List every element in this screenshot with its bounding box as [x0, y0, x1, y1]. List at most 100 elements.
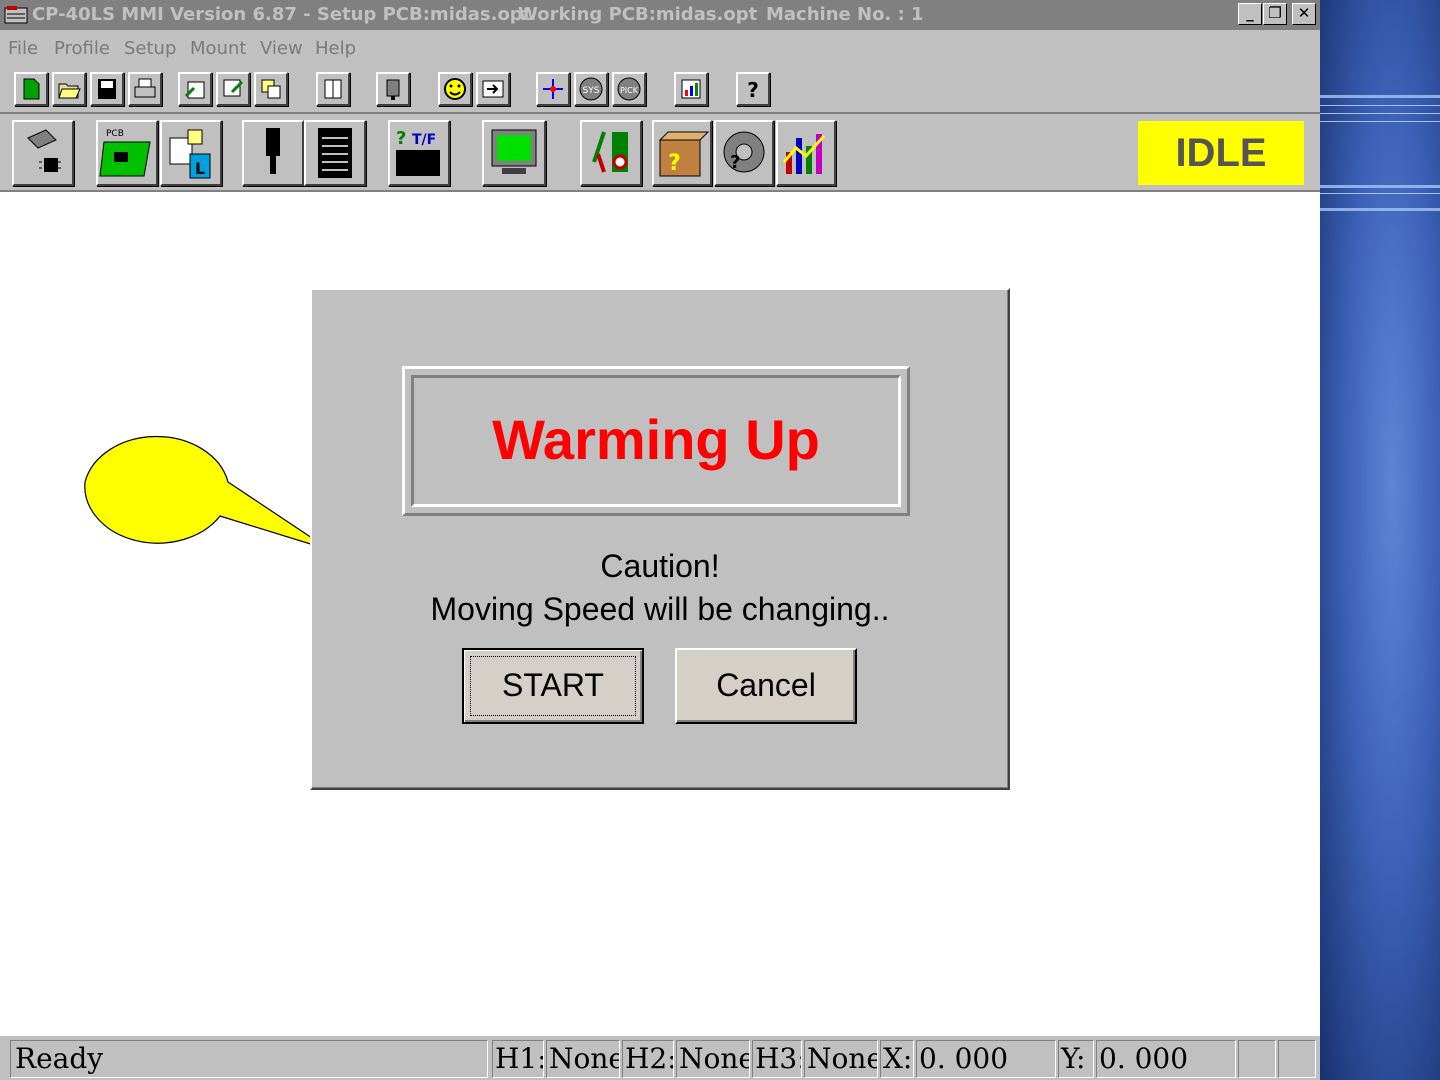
question-mark-icon: ?: [747, 78, 759, 102]
dialog-title: Warming Up: [492, 408, 820, 471]
component-button[interactable]: [12, 120, 74, 186]
operator-button[interactable]: [438, 72, 472, 106]
app-window: CP-40LS MMI Version 6.87 - Setup PCB:mid…: [0, 0, 1320, 1080]
exit-button[interactable]: [476, 72, 510, 106]
svg-text:?: ?: [668, 151, 681, 176]
reel-button[interactable]: ?: [714, 120, 774, 186]
monitor-icon: [491, 129, 537, 174]
machine-app-icon: [4, 6, 28, 24]
layout-icon: L: [169, 129, 211, 179]
statistics-button[interactable]: [776, 120, 836, 186]
pcb-icon: PCB: [99, 129, 151, 177]
svg-text:PCB: PCB: [106, 129, 124, 139]
speed-warning-text: Moving Speed will be changing..: [430, 591, 890, 627]
x-label: X:: [880, 1040, 914, 1078]
restore-icon: ❐: [1268, 4, 1282, 22]
h2-value: None: [676, 1040, 750, 1078]
cancel-button[interactable]: Cancel: [675, 648, 857, 724]
print-button[interactable]: [128, 72, 162, 106]
pick-button[interactable]: PICK: [612, 72, 646, 106]
menu-bar: File Profile Setup Mount View Help: [0, 30, 1320, 68]
warming-up-dialog: Warming Up Caution! Moving Speed will be…: [310, 288, 1010, 790]
export-icon: [223, 79, 244, 97]
monitor-button[interactable]: [482, 120, 546, 186]
exit-arrow-icon: [482, 80, 504, 98]
restore-button[interactable]: ❐: [1263, 3, 1287, 25]
status-pane-empty-1: [1238, 1040, 1276, 1078]
status-pane-empty-2: [1278, 1040, 1316, 1078]
close-icon: ✕: [1297, 4, 1311, 22]
sys-button[interactable]: SYS: [574, 72, 608, 106]
new-button[interactable]: [14, 72, 48, 106]
report-button[interactable]: [674, 72, 708, 106]
dialog-title-frame: Warming Up: [402, 366, 910, 516]
working-pcb-label: Working PCB:midas.opt: [518, 4, 758, 25]
report-chart-icon: [681, 79, 701, 99]
reel-icon: ?: [723, 131, 765, 173]
printer-icon: [134, 78, 156, 98]
decorative-line: [1320, 185, 1440, 188]
machine-toolbar: PCB L ? T/F ? ?: [0, 114, 1320, 192]
menu-setup[interactable]: Setup: [124, 38, 176, 59]
calibration-button[interactable]: [580, 120, 642, 186]
cancel-button-label: Cancel: [716, 667, 816, 703]
menu-help[interactable]: Help: [315, 38, 356, 59]
decorative-side-panel: [1320, 0, 1440, 1080]
y-label: Y:: [1058, 1040, 1094, 1078]
head-nozzle-icon: [266, 128, 280, 174]
x-value: 0. 000: [916, 1040, 1056, 1078]
minimize-icon: _: [1246, 4, 1254, 22]
caution-text: Caution!: [600, 548, 720, 584]
import-icon: [184, 81, 205, 99]
menu-file[interactable]: File: [8, 38, 38, 59]
standard-toolbar: SYS PICK ?: [0, 68, 1320, 114]
start-button[interactable]: START: [462, 648, 644, 724]
decorative-line: [1320, 95, 1440, 98]
crosshair-icon: [543, 79, 563, 99]
svg-text:L: L: [195, 159, 205, 178]
open-button[interactable]: [52, 72, 86, 106]
copy-icon: [261, 79, 281, 99]
head-button[interactable]: [242, 120, 304, 186]
teach-button[interactable]: ? T/F: [388, 120, 450, 186]
decorative-line: [1320, 113, 1440, 114]
layout-button[interactable]: L: [160, 120, 222, 186]
nozzle-button[interactable]: [376, 72, 410, 106]
menu-mount[interactable]: Mount: [190, 38, 246, 59]
machine-status-indicator: IDLE: [1138, 121, 1304, 185]
copy-button[interactable]: [254, 72, 288, 106]
h3-value: None: [804, 1040, 878, 1078]
import-button[interactable]: [178, 72, 212, 106]
svg-text:?: ?: [747, 78, 759, 102]
machine-number-label: Machine No. : 1: [766, 4, 924, 25]
open-folder-icon: [58, 83, 81, 99]
svg-text:T/F: T/F: [412, 132, 436, 148]
smiley-icon: [444, 78, 466, 100]
tray-button[interactable]: ?: [652, 120, 712, 186]
book-icon: [324, 79, 342, 99]
book-button[interactable]: [316, 72, 350, 106]
status-ready: Ready: [10, 1040, 488, 1078]
h2-label: H2:: [622, 1040, 674, 1078]
save-button[interactable]: [90, 72, 124, 106]
feeder-button[interactable]: [304, 120, 366, 186]
h3-label: H3:: [752, 1040, 802, 1078]
close-button[interactable]: ✕: [1292, 3, 1316, 25]
origin-button[interactable]: [536, 72, 570, 106]
decorative-line: [1320, 208, 1440, 211]
app-title: CP-40LS MMI Version 6.87 - Setup PCB:mid…: [32, 4, 532, 25]
svg-text:SYS: SYS: [583, 86, 600, 96]
svg-text:?: ?: [396, 128, 406, 149]
help-button[interactable]: ?: [736, 72, 770, 106]
menu-profile[interactable]: Profile: [54, 38, 110, 59]
calibration-icon: [592, 131, 628, 173]
tray-box-icon: ?: [658, 131, 710, 177]
pcb-button[interactable]: PCB: [96, 120, 158, 186]
keypad-icon: ? T/F: [396, 128, 440, 176]
menu-view[interactable]: View: [260, 38, 303, 59]
feeder-stack-icon: [318, 128, 352, 178]
focus-ring: [470, 656, 636, 716]
svg-text:?: ?: [730, 152, 740, 173]
minimize-button[interactable]: _: [1238, 3, 1262, 25]
export-button[interactable]: [216, 72, 250, 106]
